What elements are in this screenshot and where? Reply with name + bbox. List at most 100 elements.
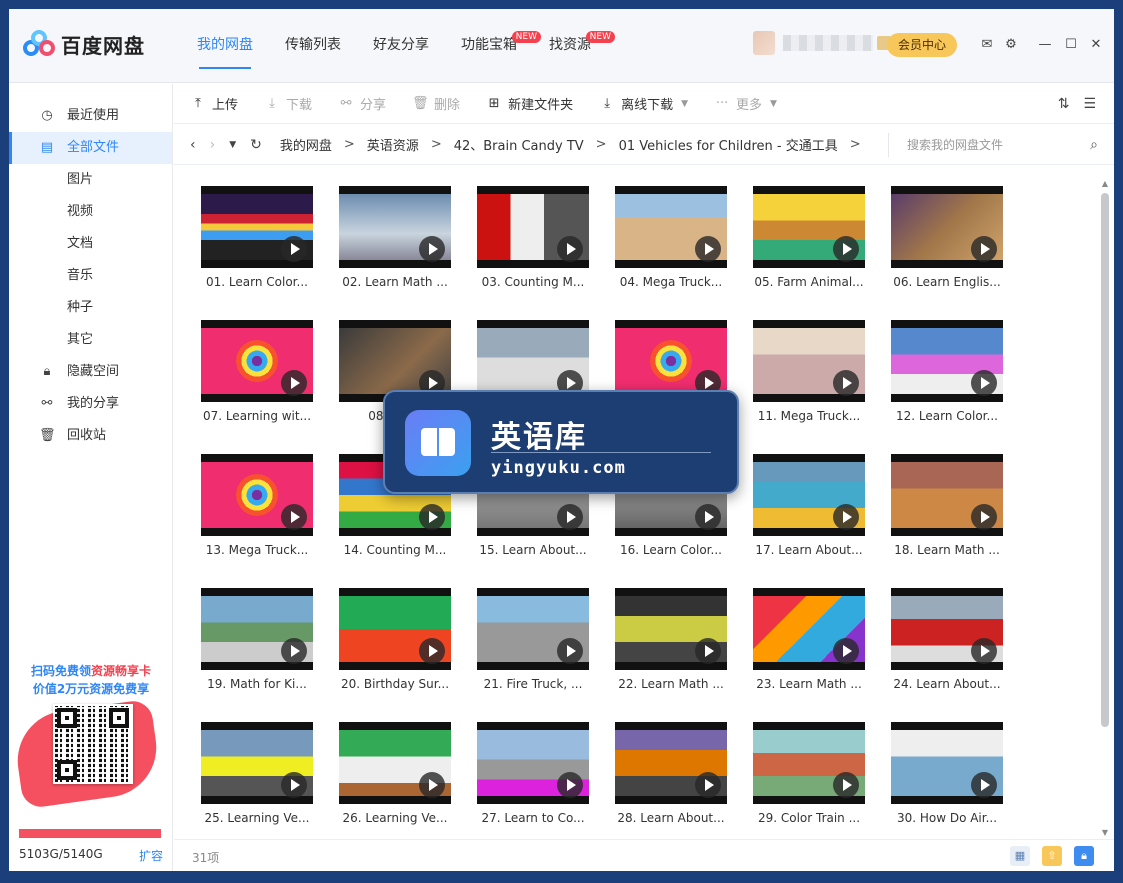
mail-icon[interactable]: ✉ [979, 37, 995, 53]
scroll-thumb[interactable] [1101, 193, 1109, 727]
file-name[interactable]: 07. Learning wit... [201, 409, 313, 423]
video-thumbnail[interactable] [891, 722, 1003, 804]
video-thumbnail[interactable] [477, 186, 589, 268]
sort-icon[interactable]: ⇅ [1058, 96, 1070, 112]
more-button[interactable]: ··· 更多 ▼ [714, 94, 777, 113]
play-icon[interactable] [695, 638, 721, 664]
file-tile[interactable]: 02. Learn Math ... [339, 186, 451, 298]
file-tile[interactable]: 19. Math for Ki... [201, 588, 313, 700]
file-name[interactable]: 05. Farm Animal... [753, 275, 865, 289]
play-icon[interactable] [971, 638, 997, 664]
file-tile[interactable]: 24. Learn About... [891, 588, 1003, 700]
play-icon[interactable] [281, 236, 307, 262]
download-button[interactable]: ⤓ 下载 [264, 94, 312, 113]
video-thumbnail[interactable] [891, 186, 1003, 268]
user-info[interactable] [753, 31, 891, 55]
file-tile[interactable]: 25. Learning Ve... [201, 722, 313, 834]
file-name[interactable]: 13. Mega Truck... [201, 543, 313, 557]
video-thumbnail[interactable] [615, 186, 727, 268]
file-name[interactable]: 04. Mega Truck... [615, 275, 727, 289]
back-icon[interactable]: ‹ [190, 137, 196, 153]
play-icon[interactable] [281, 370, 307, 396]
file-name[interactable]: 19. Math for Ki... [201, 677, 313, 691]
tab-friend-share[interactable]: 好友分享 [357, 9, 445, 83]
play-icon[interactable] [695, 772, 721, 798]
video-thumbnail[interactable] [753, 186, 865, 268]
file-name[interactable]: 18. Learn Math ... [891, 543, 1003, 557]
tab-toolbox[interactable]: 功能宝箱 NEW [445, 9, 541, 83]
file-tile[interactable]: 11. Mega Truck... [753, 320, 865, 432]
scroll-down-icon[interactable]: ▼ [1099, 828, 1111, 837]
file-name[interactable]: 30. How Do Air... [891, 811, 1003, 825]
video-thumbnail[interactable] [201, 320, 313, 402]
file-name[interactable]: 25. Learning Ve... [201, 811, 313, 825]
file-name[interactable]: 26. Learning Ve... [339, 811, 451, 825]
tab-transfer-list[interactable]: 传输列表 [269, 9, 357, 83]
video-thumbnail[interactable] [477, 722, 589, 804]
expand-storage-link[interactable]: 扩容 [139, 847, 163, 864]
play-icon[interactable] [557, 504, 583, 530]
sidebar-item-torrents[interactable]: 种子 [9, 292, 172, 324]
file-tile[interactable]: 03. Counting M... [477, 186, 589, 298]
video-thumbnail[interactable] [891, 320, 1003, 402]
play-icon[interactable] [695, 236, 721, 262]
play-icon[interactable] [281, 504, 307, 530]
file-tile[interactable]: 21. Fire Truck, ... [477, 588, 589, 700]
refresh-icon[interactable]: ↻ [250, 137, 262, 153]
lock-icon[interactable]: 🔒︎ [1074, 846, 1094, 866]
video-thumbnail[interactable] [477, 588, 589, 670]
file-tile[interactable]: 26. Learning Ve... [339, 722, 451, 834]
video-thumbnail[interactable] [339, 588, 451, 670]
scroll-up-icon[interactable]: ▲ [1099, 179, 1111, 188]
file-tile[interactable]: 13. Mega Truck... [201, 454, 313, 566]
file-name[interactable]: 21. Fire Truck, ... [477, 677, 589, 691]
video-thumbnail[interactable] [201, 722, 313, 804]
file-name[interactable]: 02. Learn Math ... [339, 275, 451, 289]
file-tile[interactable]: 27. Learn to Co... [477, 722, 589, 834]
search-icon[interactable]: ⌕ [1090, 133, 1098, 157]
sidebar-item-my-shares[interactable]: ⚯ 我的分享 [9, 388, 172, 420]
play-icon[interactable] [971, 236, 997, 262]
breadcrumb-item[interactable]: 42、Brain Candy TV [454, 135, 584, 154]
file-tile[interactable]: 22. Learn Math ... [615, 588, 727, 700]
file-name[interactable]: 12. Learn Color... [891, 409, 1003, 423]
promo-text[interactable]: 扫码免费领资源畅享卡 价值2万元资源免费享 [9, 662, 173, 698]
file-name[interactable]: 15. Learn About... [477, 543, 589, 557]
sidebar-item-recent[interactable]: ◷ 最近使用 [9, 100, 172, 132]
play-icon[interactable] [695, 504, 721, 530]
file-tile[interactable]: 12. Learn Color... [891, 320, 1003, 432]
file-name[interactable]: 29. Color Train ... [753, 811, 865, 825]
file-tile[interactable]: 07. Learning wit... [201, 320, 313, 432]
video-thumbnail[interactable] [753, 320, 865, 402]
file-tile[interactable]: 05. Farm Animal... [753, 186, 865, 298]
play-icon[interactable] [281, 772, 307, 798]
file-name[interactable]: 17. Learn About... [753, 543, 865, 557]
play-icon[interactable] [833, 236, 859, 262]
play-icon[interactable] [971, 370, 997, 396]
vip-center-button[interactable]: 会员中心 [887, 33, 957, 57]
play-icon[interactable] [419, 504, 445, 530]
file-name[interactable]: 28. Learn About... [615, 811, 727, 825]
video-thumbnail[interactable] [201, 588, 313, 670]
play-icon[interactable] [557, 772, 583, 798]
video-thumbnail[interactable] [339, 722, 451, 804]
sidebar-item-other[interactable]: 其它 [9, 324, 172, 356]
forward-icon[interactable]: › [210, 137, 216, 153]
maximize-icon[interactable]: ☐ [1063, 37, 1079, 53]
file-name[interactable]: 01. Learn Color... [201, 275, 313, 289]
breadcrumb-item[interactable]: 我的网盘 [280, 135, 332, 154]
video-thumbnail[interactable] [615, 722, 727, 804]
file-name[interactable]: 14. Counting M... [339, 543, 451, 557]
play-icon[interactable] [971, 772, 997, 798]
file-name[interactable]: 20. Birthday Sur... [339, 677, 451, 691]
tab-my-disk[interactable]: 我的网盘 [181, 9, 269, 83]
video-thumbnail[interactable] [615, 588, 727, 670]
play-icon[interactable] [281, 638, 307, 664]
file-name[interactable]: 06. Learn Englis... [891, 275, 1003, 289]
delete-button[interactable]: 🗑︎ 删除 [412, 94, 460, 113]
sidebar-item-music[interactable]: 音乐 [9, 260, 172, 292]
video-thumbnail[interactable] [891, 454, 1003, 536]
offline-download-button[interactable]: ⤓ 离线下载 ▼ [599, 94, 688, 113]
upload-button[interactable]: ⤒ 上传 [190, 94, 238, 113]
file-tile[interactable]: 01. Learn Color... [201, 186, 313, 298]
